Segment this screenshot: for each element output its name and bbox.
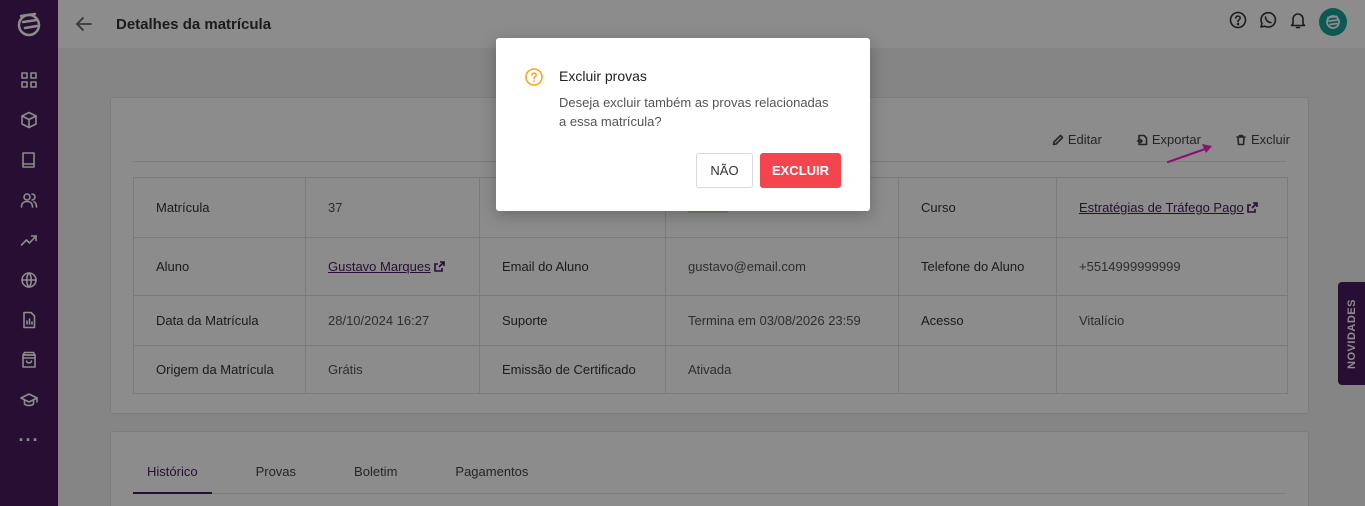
confirm-delete-button[interactable]: EXCLUIR bbox=[760, 153, 841, 188]
dialog-title: Excluir provas bbox=[559, 68, 647, 84]
question-icon bbox=[525, 68, 543, 86]
cancel-button[interactable]: NÃO bbox=[696, 153, 753, 188]
dialog-message: Deseja excluir também as provas relacion… bbox=[559, 95, 829, 129]
confirm-dialog: Excluir provas Deseja excluir também as … bbox=[496, 38, 870, 211]
